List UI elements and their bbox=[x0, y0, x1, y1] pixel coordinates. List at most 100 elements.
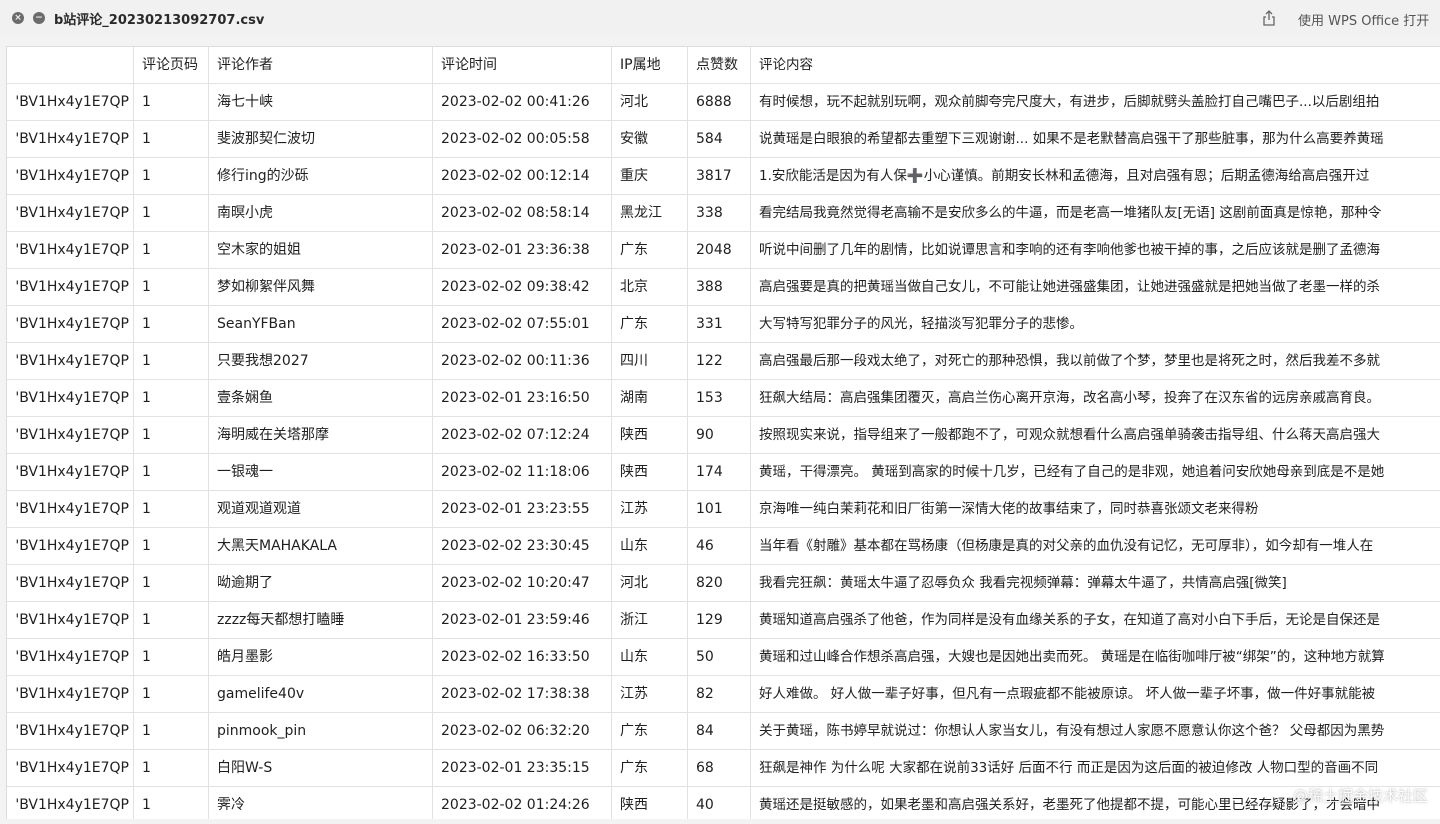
ip-cell[interactable]: 湖南 bbox=[612, 380, 688, 416]
content-cell[interactable]: 大写特写犯罪分子的风光，轻描淡写犯罪分子的悲惨。 bbox=[751, 306, 1440, 342]
likes-cell[interactable]: 820 bbox=[688, 565, 751, 601]
page-cell[interactable]: 1 bbox=[134, 121, 209, 157]
share-icon[interactable] bbox=[1262, 10, 1276, 26]
likes-cell[interactable]: 388 bbox=[688, 269, 751, 305]
author-cell[interactable]: pinmook_pin bbox=[209, 713, 433, 749]
content-cell[interactable]: 关于黄瑶，陈书婷早就说过：你想认人家当女儿，有没有想过人家愿不愿意认你这个爸？ … bbox=[751, 713, 1440, 749]
page-cell[interactable]: 1 bbox=[134, 84, 209, 120]
time-cell[interactable]: 2023-02-02 09:38:42 bbox=[433, 269, 612, 305]
author-cell[interactable]: 海七十峡 bbox=[209, 84, 433, 120]
ip-cell[interactable]: 广东 bbox=[612, 232, 688, 268]
likes-cell[interactable]: 50 bbox=[688, 639, 751, 675]
header-page[interactable]: 评论页码 bbox=[134, 47, 209, 83]
bvid-cell[interactable]: 'BV1Hx4y1E7QP bbox=[7, 491, 134, 527]
content-cell[interactable]: 黄瑶知道高启强杀了他爸，作为同样是没有血缘关系的子女，在知道了高对小白下手后，无… bbox=[751, 602, 1440, 638]
bvid-cell[interactable]: 'BV1Hx4y1E7QP bbox=[7, 306, 134, 342]
content-cell[interactable]: 黄瑶，干得漂亮。 黄瑶到高家的时候十几岁，已经有了自己的是非观，她追着问安欣她母… bbox=[751, 454, 1440, 490]
likes-cell[interactable]: 153 bbox=[688, 380, 751, 416]
time-cell[interactable]: 2023-02-01 23:16:50 bbox=[433, 380, 612, 416]
likes-cell[interactable]: 3817 bbox=[688, 158, 751, 194]
page-cell[interactable]: 1 bbox=[134, 158, 209, 194]
author-cell[interactable]: gamelife40v bbox=[209, 676, 433, 712]
page-cell[interactable]: 1 bbox=[134, 528, 209, 564]
page-cell[interactable]: 1 bbox=[134, 787, 209, 819]
ip-cell[interactable]: 北京 bbox=[612, 269, 688, 305]
time-cell[interactable]: 2023-02-02 16:33:50 bbox=[433, 639, 612, 675]
ip-cell[interactable]: 陕西 bbox=[612, 787, 688, 819]
author-cell[interactable]: 梦如柳絮伴风舞 bbox=[209, 269, 433, 305]
author-cell[interactable]: 皓月墨影 bbox=[209, 639, 433, 675]
time-cell[interactable]: 2023-02-02 10:20:47 bbox=[433, 565, 612, 601]
content-cell[interactable]: 好人难做。 好人做一辈子好事，但凡有一点瑕疵都不能被原谅。 坏人做一辈子坏事，做… bbox=[751, 676, 1440, 712]
content-cell[interactable]: 黄瑶和过山峰合作想杀高启强，大嫂也是因她出卖而死。 黄瑶是在临街咖啡厅被“绑架”… bbox=[751, 639, 1440, 675]
time-cell[interactable]: 2023-02-02 00:12:14 bbox=[433, 158, 612, 194]
likes-cell[interactable]: 82 bbox=[688, 676, 751, 712]
time-cell[interactable]: 2023-02-02 17:38:38 bbox=[433, 676, 612, 712]
author-cell[interactable]: zzzz每天都想打瞌睡 bbox=[209, 602, 433, 638]
time-cell[interactable]: 2023-02-02 00:41:26 bbox=[433, 84, 612, 120]
time-cell[interactable]: 2023-02-02 01:24:26 bbox=[433, 787, 612, 819]
bvid-cell[interactable]: 'BV1Hx4y1E7QP bbox=[7, 528, 134, 564]
likes-cell[interactable]: 338 bbox=[688, 195, 751, 231]
ip-cell[interactable]: 广东 bbox=[612, 750, 688, 786]
bvid-cell[interactable]: 'BV1Hx4y1E7QP bbox=[7, 602, 134, 638]
content-cell[interactable]: 1.安欣能活是因为有人保➕小心谨慎。前期安长林和孟德海，且对启强有恩；后期孟德海… bbox=[751, 158, 1440, 194]
page-cell[interactable]: 1 bbox=[134, 195, 209, 231]
ip-cell[interactable]: 山东 bbox=[612, 639, 688, 675]
author-cell[interactable]: 空木家的姐姐 bbox=[209, 232, 433, 268]
page-cell[interactable]: 1 bbox=[134, 750, 209, 786]
likes-cell[interactable]: 101 bbox=[688, 491, 751, 527]
content-cell[interactable]: 我看完狂飙：黄瑶太牛逼了忍辱负众 我看完视频弹幕：弹幕太牛逼了，共情高启强[微笑… bbox=[751, 565, 1440, 601]
time-cell[interactable]: 2023-02-02 08:58:14 bbox=[433, 195, 612, 231]
author-cell[interactable]: 霁冷 bbox=[209, 787, 433, 819]
bvid-cell[interactable]: 'BV1Hx4y1E7QP bbox=[7, 454, 134, 490]
header-author[interactable]: 评论作者 bbox=[209, 47, 433, 83]
bvid-cell[interactable]: 'BV1Hx4y1E7QP bbox=[7, 380, 134, 416]
bvid-cell[interactable]: 'BV1Hx4y1E7QP bbox=[7, 787, 134, 819]
author-cell[interactable]: 海明威在关塔那摩 bbox=[209, 417, 433, 453]
time-cell[interactable]: 2023-02-02 00:11:36 bbox=[433, 343, 612, 379]
author-cell[interactable]: 只要我想2027 bbox=[209, 343, 433, 379]
likes-cell[interactable]: 84 bbox=[688, 713, 751, 749]
header-time[interactable]: 评论时间 bbox=[433, 47, 612, 83]
page-cell[interactable]: 1 bbox=[134, 343, 209, 379]
close-button[interactable]: × bbox=[12, 12, 24, 24]
likes-cell[interactable]: 68 bbox=[688, 750, 751, 786]
likes-cell[interactable]: 90 bbox=[688, 417, 751, 453]
page-cell[interactable]: 1 bbox=[134, 417, 209, 453]
ip-cell[interactable]: 山东 bbox=[612, 528, 688, 564]
likes-cell[interactable]: 331 bbox=[688, 306, 751, 342]
author-cell[interactable]: 斐波那契仁波切 bbox=[209, 121, 433, 157]
author-cell[interactable]: 修行ing的沙砾 bbox=[209, 158, 433, 194]
time-cell[interactable]: 2023-02-02 11:18:06 bbox=[433, 454, 612, 490]
open-with-wps-button[interactable]: 使用 WPS Office 打开 bbox=[1298, 10, 1429, 29]
bvid-cell[interactable]: 'BV1Hx4y1E7QP bbox=[7, 232, 134, 268]
minimize-button[interactable]: − bbox=[33, 12, 45, 24]
header-ip[interactable]: IP属地 bbox=[612, 47, 688, 83]
author-cell[interactable]: 一银魂一 bbox=[209, 454, 433, 490]
ip-cell[interactable]: 四川 bbox=[612, 343, 688, 379]
bvid-cell[interactable]: 'BV1Hx4y1E7QP bbox=[7, 750, 134, 786]
bvid-cell[interactable]: 'BV1Hx4y1E7QP bbox=[7, 676, 134, 712]
author-cell[interactable]: 大黑天MAHAKALA bbox=[209, 528, 433, 564]
ip-cell[interactable]: 广东 bbox=[612, 306, 688, 342]
time-cell[interactable]: 2023-02-02 23:30:45 bbox=[433, 528, 612, 564]
ip-cell[interactable]: 河北 bbox=[612, 84, 688, 120]
content-cell[interactable]: 京海唯一纯白茉莉花和旧厂街第一深情大佬的故事结束了，同时恭喜张颂文老来得粉 bbox=[751, 491, 1440, 527]
likes-cell[interactable]: 584 bbox=[688, 121, 751, 157]
author-cell[interactable]: 壹条娴鱼 bbox=[209, 380, 433, 416]
header-content[interactable]: 评论内容 bbox=[751, 47, 1440, 83]
bvid-cell[interactable]: 'BV1Hx4y1E7QP bbox=[7, 713, 134, 749]
bvid-cell[interactable]: 'BV1Hx4y1E7QP bbox=[7, 84, 134, 120]
content-cell[interactable]: 狂飙大结局：高启强集团覆灭，高启兰伤心离开京海，改名高小琴，投奔了在汉东省的远房… bbox=[751, 380, 1440, 416]
content-cell[interactable]: 按照现实来说，指导组来了一般都跑不了，可观众就想看什么高启强单骑袭击指导组、什么… bbox=[751, 417, 1440, 453]
ip-cell[interactable]: 重庆 bbox=[612, 158, 688, 194]
content-cell[interactable]: 有时候想，玩不起就别玩啊，观众前脚夸完尺度大，有进步，后脚就劈头盖脸打自己嘴巴子… bbox=[751, 84, 1440, 120]
header-bvid[interactable] bbox=[7, 47, 134, 83]
page-cell[interactable]: 1 bbox=[134, 676, 209, 712]
ip-cell[interactable]: 江苏 bbox=[612, 676, 688, 712]
likes-cell[interactable]: 40 bbox=[688, 787, 751, 819]
ip-cell[interactable]: 河北 bbox=[612, 565, 688, 601]
likes-cell[interactable]: 129 bbox=[688, 602, 751, 638]
page-cell[interactable]: 1 bbox=[134, 380, 209, 416]
